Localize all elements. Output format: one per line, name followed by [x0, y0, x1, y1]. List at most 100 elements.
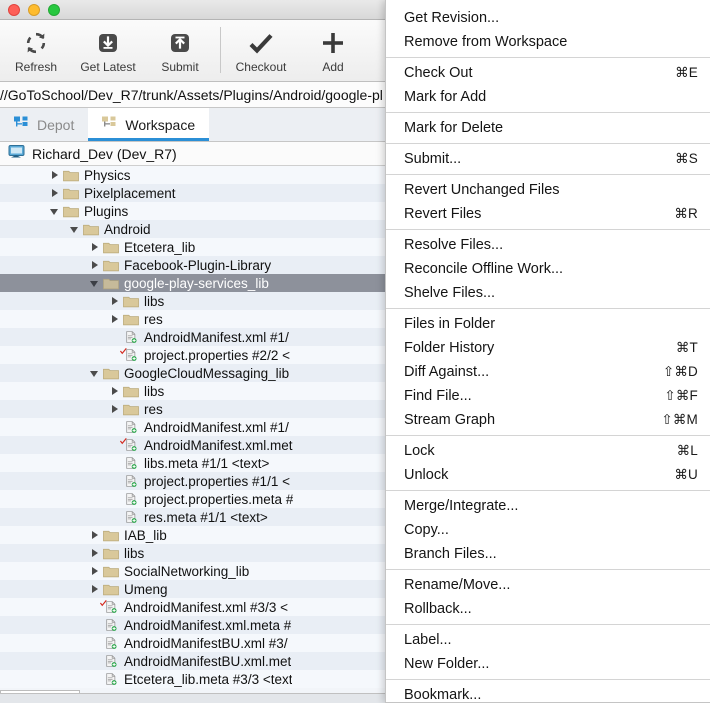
tree-row-label: AndroidManifest.xml #3/3 <	[124, 599, 288, 615]
menu-item-shortcut: ⌘L	[676, 443, 698, 458]
upload-icon	[167, 28, 193, 58]
checkmark-icon	[247, 28, 275, 58]
window-controls	[8, 4, 60, 16]
chevron-down-icon[interactable]	[90, 368, 101, 379]
menu-item-revert-files[interactable]: Revert Files ⌘R	[386, 202, 710, 226]
tab-workspace[interactable]: Workspace	[88, 108, 210, 141]
menu-item-shortcut: ⌘E	[675, 65, 698, 80]
menu-item-branch-files[interactable]: Branch Files...	[386, 542, 710, 566]
file-add-icon	[103, 654, 119, 668]
chevron-right-icon[interactable]	[90, 548, 101, 559]
file-add-icon	[123, 510, 139, 524]
menu-item-mark-for-delete[interactable]: Mark for Delete	[386, 116, 710, 140]
folder-icon	[103, 241, 119, 254]
tree-row-label: IAB_lib	[124, 527, 167, 543]
menu-item-shortcut: ⌘S	[675, 151, 698, 166]
tree-row-label: Etcetera_lib	[124, 239, 196, 255]
menu-item-label: Mark for Delete	[404, 120, 504, 136]
menu-item-label: Stream Graph	[404, 412, 496, 428]
menu-item-label: Lock	[404, 443, 435, 459]
menu-item-shortcut: ⇧⌘D	[662, 364, 698, 379]
chevron-right-icon[interactable]	[50, 170, 61, 181]
toolbar-button-refresh[interactable]: Refresh	[0, 20, 72, 82]
menu-item-mark-for-add[interactable]: Mark for Add	[386, 85, 710, 109]
chevron-right-icon[interactable]	[110, 404, 121, 415]
menu-separator	[386, 679, 710, 680]
toolbar-label-get-latest: Get Latest	[80, 60, 136, 74]
toolbar-button-checkout[interactable]: Checkout	[225, 20, 297, 82]
context-menu[interactable]: Get Revision... Remove from Workspace Chec…	[385, 0, 710, 703]
chevron-right-icon[interactable]	[50, 188, 61, 199]
menu-item-resolve-files[interactable]: Resolve Files...	[386, 233, 710, 257]
menu-item-shortcut: ⌘T	[675, 340, 698, 355]
tab-label-workspace: Workspace	[125, 116, 196, 133]
toolbar-button-get-latest[interactable]: Get Latest	[72, 20, 144, 82]
menu-separator	[386, 308, 710, 309]
chevron-right-icon[interactable]	[110, 296, 121, 307]
menu-item-copy[interactable]: Copy...	[386, 518, 710, 542]
chevron-down-icon[interactable]	[90, 278, 101, 289]
maximize-window-button[interactable]	[48, 4, 60, 16]
toolbar-button-add[interactable]: Add	[297, 20, 369, 82]
minimize-window-button[interactable]	[28, 4, 40, 16]
chevron-right-icon[interactable]	[110, 314, 121, 325]
menu-item-stream-graph[interactable]: Stream Graph ⇧⌘M	[386, 408, 710, 432]
menu-item-bookmark[interactable]: Bookmark...	[386, 683, 710, 702]
refresh-icon	[23, 28, 49, 58]
file-add-icon	[123, 474, 139, 488]
chevron-down-icon[interactable]	[70, 224, 81, 235]
chevron-right-icon[interactable]	[90, 566, 101, 577]
chevron-right-icon[interactable]	[90, 260, 101, 271]
menu-item-check-out[interactable]: Check Out ⌘E	[386, 61, 710, 85]
menu-item-revert-unchanged-files[interactable]: Revert Unchanged Files	[386, 178, 710, 202]
menu-item-shortcut: ⌘R	[674, 206, 698, 221]
menu-item-remove-from-workspace[interactable]: Remove from Workspace	[386, 30, 710, 54]
tree-twisty-spacer	[90, 638, 101, 649]
menu-item-new-folder[interactable]: New Folder...	[386, 652, 710, 676]
chevron-right-icon[interactable]	[90, 242, 101, 253]
menu-item-label: Merge/Integrate...	[404, 498, 519, 514]
app-window: Refresh Get Latest Submit Checkout Add /…	[0, 0, 710, 703]
menu-separator	[386, 143, 710, 144]
file-add-icon	[123, 492, 139, 506]
menu-item-rename-move[interactable]: Rename/Move...	[386, 573, 710, 597]
menu-item-find-file[interactable]: Find File... ⇧⌘F	[386, 384, 710, 408]
depot-tree-icon	[14, 116, 30, 133]
menu-separator	[386, 57, 710, 58]
tree-twisty-spacer	[110, 512, 121, 523]
folder-icon	[103, 367, 119, 380]
menu-item-diff-against[interactable]: Diff Against... ⇧⌘D	[386, 360, 710, 384]
menu-item-label: Shelve Files...	[404, 285, 496, 301]
workstation-icon	[8, 144, 26, 163]
tree-row-label: libs	[144, 293, 165, 309]
menu-item-files-in-folder[interactable]: Files in Folder	[386, 312, 710, 336]
tree-row-label: AndroidManifest.xml.met	[144, 437, 293, 453]
file-add-checked-icon	[120, 348, 139, 362]
menu-item-unlock[interactable]: Unlock ⌘U	[386, 463, 710, 487]
tree-row-label: libs.meta #1/1 <text>	[144, 455, 270, 471]
folder-icon	[123, 385, 139, 398]
tab-depot[interactable]: Depot	[0, 108, 88, 141]
close-window-button[interactable]	[8, 4, 20, 16]
menu-item-lock[interactable]: Lock ⌘L	[386, 439, 710, 463]
file-add-checked-icon	[120, 438, 139, 452]
menu-item-shelve-files[interactable]: Shelve Files...	[386, 281, 710, 305]
menu-item-folder-history[interactable]: Folder History ⌘T	[386, 336, 710, 360]
chevron-right-icon[interactable]	[90, 530, 101, 541]
menu-item-shortcut: ⌘U	[674, 467, 698, 482]
toolbar-button-submit[interactable]: Submit	[144, 20, 216, 82]
menu-item-merge-integrate[interactable]: Merge/Integrate...	[386, 494, 710, 518]
tree-row-label: SocialNetworking_lib	[124, 563, 250, 579]
tree-row-label: AndroidManifest.xml #1/	[144, 419, 289, 435]
menu-item-label: Copy...	[404, 522, 449, 538]
chevron-right-icon[interactable]	[90, 584, 101, 595]
menu-item-label[interactable]: Label...	[386, 628, 710, 652]
tree-twisty-spacer	[110, 494, 121, 505]
chevron-down-icon[interactable]	[50, 206, 61, 217]
menu-item-label: Remove from Workspace	[404, 34, 568, 50]
chevron-right-icon[interactable]	[110, 386, 121, 397]
menu-item-rollback[interactable]: Rollback...	[386, 597, 710, 621]
menu-item-submit[interactable]: Submit... ⌘S	[386, 147, 710, 171]
menu-item-reconcile-offline-work[interactable]: Reconcile Offline Work...	[386, 257, 710, 281]
menu-item-get-revision[interactable]: Get Revision...	[386, 6, 710, 30]
